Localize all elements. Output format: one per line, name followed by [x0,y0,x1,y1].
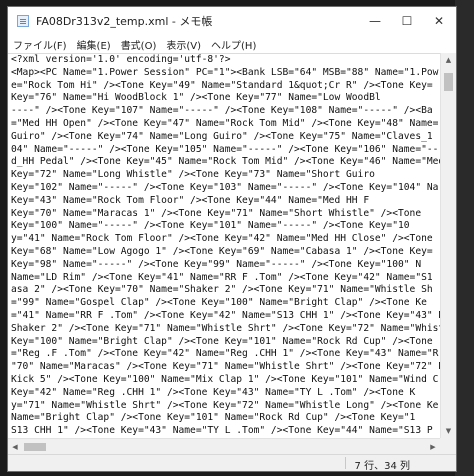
close-button[interactable]: ✕ [424,7,454,35]
menu-edit[interactable]: 編集(E) [74,37,118,52]
text-line: Name="LD Rim" /><Tone Key="41" Name="RR … [11,271,433,283]
scroll-left-arrow-icon[interactable]: ◀ [8,439,22,454]
status-bar: 7 行、34 列 [8,454,456,472]
notepad-window: FA08Dr313v2_temp.xml - メモ帳 — ☐ ✕ ファイル(F)… [7,6,457,472]
text-line: ="Reg .F .Tom" /><Tone Key="42" Name="Re… [11,348,439,360]
cursor-position: 7 行、34 列 [354,461,410,472]
text-line: Key="100" Name="-----" /><Tone Key="101"… [11,220,410,232]
text-line: Shaker 2" /><Tone Key="71" Name="Whistle… [11,322,440,334]
close-icon: ✕ [433,14,445,28]
maximize-icon: ☐ [401,14,413,28]
text-line: Key="42" Name="Reg .CHH 1" /><Tone Key="… [11,386,416,398]
menu-help[interactable]: ヘルプ(H) [208,37,263,52]
text-line: ="99" Name="Gospel Clap" /><Tone Key="10… [11,297,427,309]
minimize-button[interactable]: — [360,7,390,35]
text-line: Key="98" Name="-----" /><Tone Key="99" N… [11,258,422,270]
text-line: ="41" Name="RR F .Tom" /><Tone Key="42" … [11,309,440,321]
text-line: <?xml version='1.0' encoding='utf-8'?> [11,54,231,65]
scroll-up-arrow-icon[interactable]: ▲ [441,53,456,67]
text-line: Key="43" Name="Rock Tom Floor" /><Tone K… [11,194,370,206]
text-line: Key="72" Name="Long Whistle" /><Tone Key… [11,169,375,181]
desktop-background [455,0,474,476]
status-divider [345,457,346,469]
text-line: ="Med HH Open" /><Tone Key="47" Name="Ro… [11,117,439,129]
text-line: y="71" Name="Whistle Shrt" /><Tone Key="… [11,399,439,411]
horizontal-scrollbar[interactable]: ◀ ▶ [8,438,440,454]
scrollbar-corner [440,438,456,454]
text-editor[interactable]: <?xml version='1.0' encoding='utf-8'?> <M… [8,53,440,439]
scroll-down-arrow-icon[interactable]: ▼ [441,424,456,438]
text-line: Key="68" Name="Low Agogo 1" /><Tone Key=… [11,245,433,257]
text-line: "70" Name="Maracas" /><Tone Key="71" Nam… [11,361,440,373]
text-line: Key="100" Name="Bright Clap" /><Tone Key… [11,335,433,347]
maximize-button[interactable]: ☐ [392,7,422,35]
text-line: d_HH Pedal" /><Tone Key="45" Name="Rock … [11,156,440,168]
menu-view[interactable]: 表示(V) [163,37,208,52]
text-line: <Map><PC Name="1.Power Session" PC="1"><… [11,66,439,78]
text-line: Key="76" Name="Hi WoodBlock 1" /><Tone K… [11,92,381,104]
notepad-icon [17,15,29,27]
text-line: Name="Bright Clap" /><Tone Key="101" Nam… [11,412,416,424]
text-line: Guiro" /><Tone Key="74" Name="Long Guiro… [11,130,433,142]
text-line: 04" Name="-----" /><Tone Key="105" Name=… [11,143,439,155]
scroll-right-arrow-icon[interactable]: ▶ [426,439,440,454]
vertical-scroll-thumb[interactable] [444,73,453,91]
text-line: S13 CHH 1" /><Tone Key="43" Name="TY L .… [11,425,433,437]
title-bar[interactable]: FA08Dr313v2_temp.xml - メモ帳 — ☐ ✕ [8,7,456,35]
text-line: y="41" Name="Rock Tom Floor" /><Tone Key… [11,233,433,245]
vertical-scrollbar[interactable]: ▲ ▼ [440,53,456,438]
menu-bar: ファイル(F) 編集(E) 書式(O) 表示(V) ヘルプ(H) [8,35,456,53]
horizontal-scroll-thumb[interactable] [24,443,46,451]
menu-format[interactable]: 書式(O) [118,37,164,52]
window-title: FA08Dr313v2_temp.xml - メモ帳 [36,15,213,28]
text-line: Key="102" Name="-----" /><Tone Key="103"… [11,181,439,193]
text-line: e="Rock Tom Hi" /><Tone Key="49" Name="S… [11,79,433,91]
text-line: Key="70" Name="Maracas 1" /><Tone Key="7… [11,207,422,219]
text-line: ----" /><Tone Key="107" Name="-----" /><… [11,105,433,117]
text-line: asa 2" /><Tone Key="70" Name="Shaker 2" … [11,284,433,296]
text-line: Kick 5" /><Tone Key="100" Name="Mix Clap… [11,373,439,385]
minimize-icon: — [369,14,381,28]
menu-file[interactable]: ファイル(F) [8,37,74,52]
